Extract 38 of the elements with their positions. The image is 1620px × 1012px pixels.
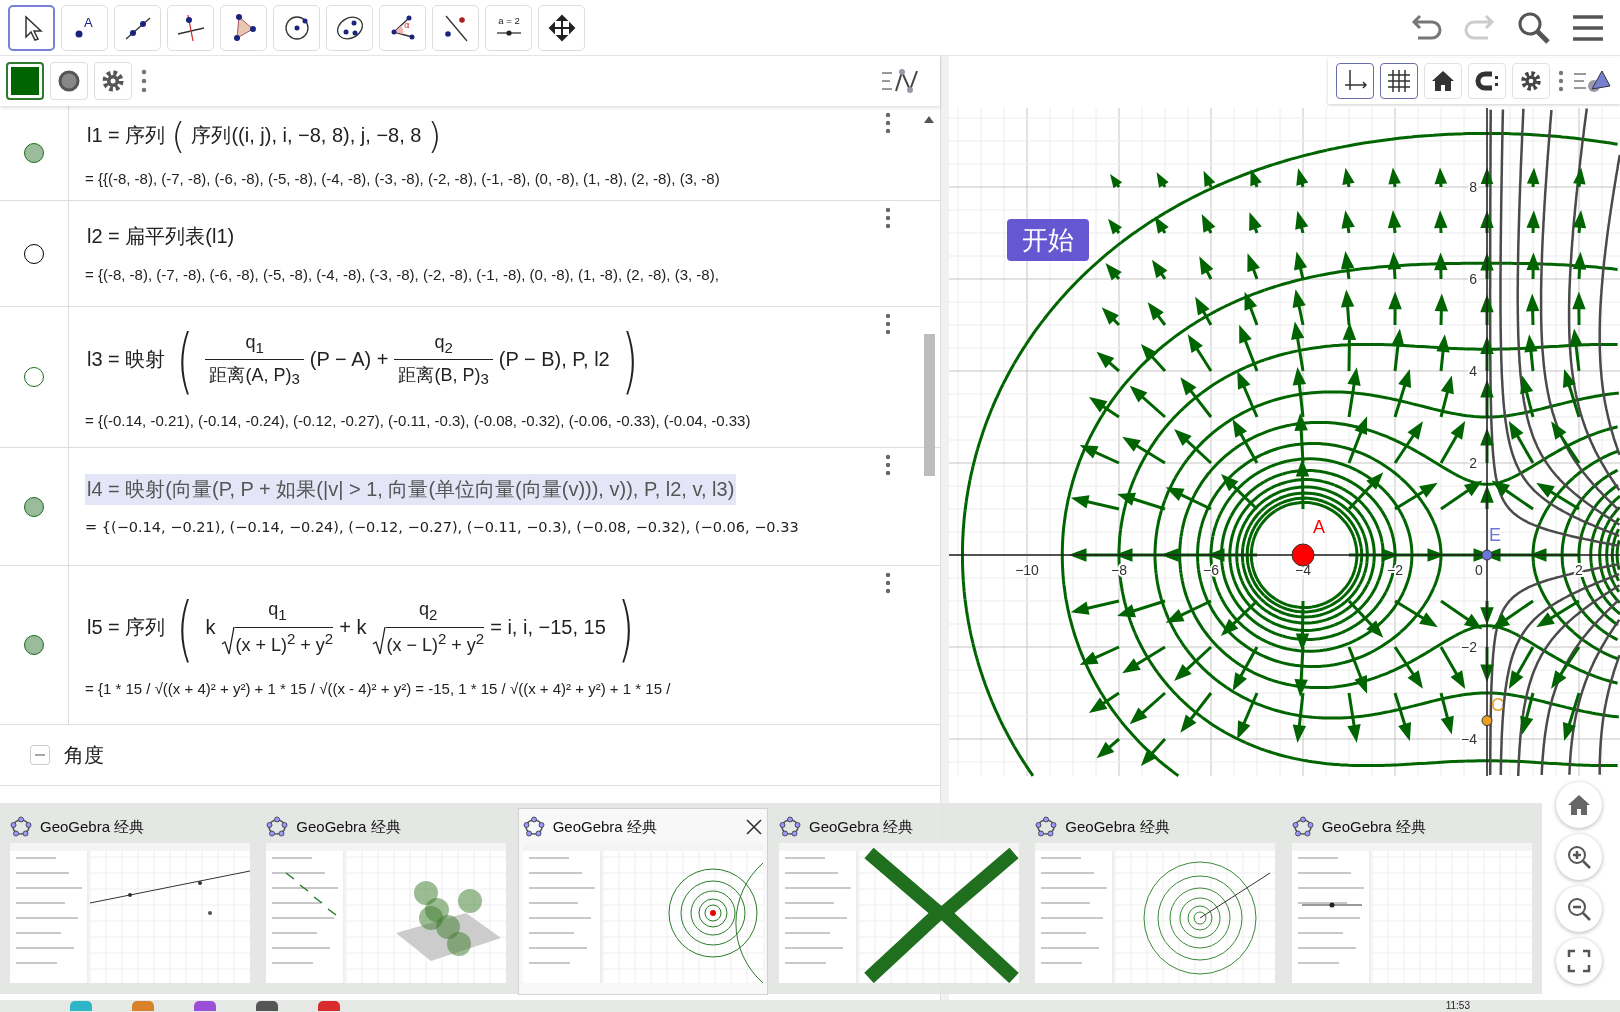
axis-label: 8	[1469, 179, 1477, 195]
formula[interactable]: l2 = 扁平列表(l1)	[85, 220, 237, 252]
point-label: A	[1313, 517, 1325, 537]
point-label: C	[1491, 694, 1504, 715]
window-title: GeoGebra 经典	[1321, 817, 1427, 837]
start-button[interactable]: 开始	[1007, 219, 1089, 261]
point-label: E	[1489, 525, 1501, 545]
formula[interactable]: l4 = 映射(向量(P, P + 如果(|v| > 1, 向量(单位向量(向量(v))), v)), P, l2, v, l3)	[85, 474, 737, 505]
axis-label: −2	[1461, 639, 1477, 655]
window-title: GeoGebra 经典	[40, 817, 146, 837]
axis-label: −4	[1295, 562, 1311, 578]
value-text: = {(-0.14, -0.21), (-0.14, -0.24), (-0.12, -0.27), (-0.11, -0.3), (-0.08, -0.32), (-0.06, -0.33), (-0.04, -0.33)	[85, 411, 752, 429]
axis-label: −4	[1461, 731, 1477, 747]
value-text: = {(-8, -8), (-7, -8), (-6, -8), (-5, -8), (-4, -8), (-3, -8), (-2, -8), (-1, -8), (0, -8), (1, -8), (2, -8), (3, -8),	[85, 265, 720, 283]
axis-label: 0	[1475, 562, 1483, 578]
tool-button[interactable]: α	[379, 4, 426, 51]
window-card[interactable]: GeoGebra 经典	[262, 809, 511, 994]
tool-button[interactable]: a = 2	[485, 4, 532, 51]
window-title: GeoGebra 经典	[552, 817, 658, 837]
axis-label: 6	[1469, 271, 1477, 287]
window-card[interactable]: GeoGebra 经典	[518, 809, 767, 994]
window-title: GeoGebra 经典	[296, 817, 402, 837]
tool-button[interactable]: A	[61, 4, 108, 51]
window-card[interactable]: GeoGebra 经典	[6, 809, 255, 994]
window-title: GeoGebra 经典	[1065, 817, 1171, 837]
value-text: = {1 * 15 / √((x + 4)² + y²) + 1 * 15 / √((x - 4)² + y²) = -15, 1 * 15 / √((x + 4)² + y²) + 1 * 15 /	[85, 679, 672, 697]
window-card[interactable]: GeoGebra 经典	[775, 809, 1024, 994]
window-card[interactable]: GeoGebra 经典	[1287, 809, 1536, 994]
group-title: 角度	[64, 742, 104, 768]
window-title: GeoGebra 经典	[809, 817, 915, 837]
clock-text: 11:53	[1445, 1000, 1470, 1012]
axis-label: 2	[1575, 562, 1583, 578]
axis-label: 4	[1469, 363, 1477, 379]
value-text: = {(−0.14, −0.21), (−0.14, −0.24), (−0.12, −0.27), (−0.11, −0.3), (−0.08, −0.32), (−0.06, −0.33	[85, 519, 800, 535]
axis-label: −10	[1015, 562, 1039, 578]
axis-label: 2	[1469, 455, 1477, 471]
window-card[interactable]: GeoGebra 经典	[1031, 809, 1280, 994]
value-text: = {{(-8, -8), (-7, -8), (-6, -8), (-5, -8), (-4, -8), (-3, -8), (-2, -8), (-1, -8), (0, -8), (1, -8), (2, -8), (3, -8)	[85, 169, 721, 187]
